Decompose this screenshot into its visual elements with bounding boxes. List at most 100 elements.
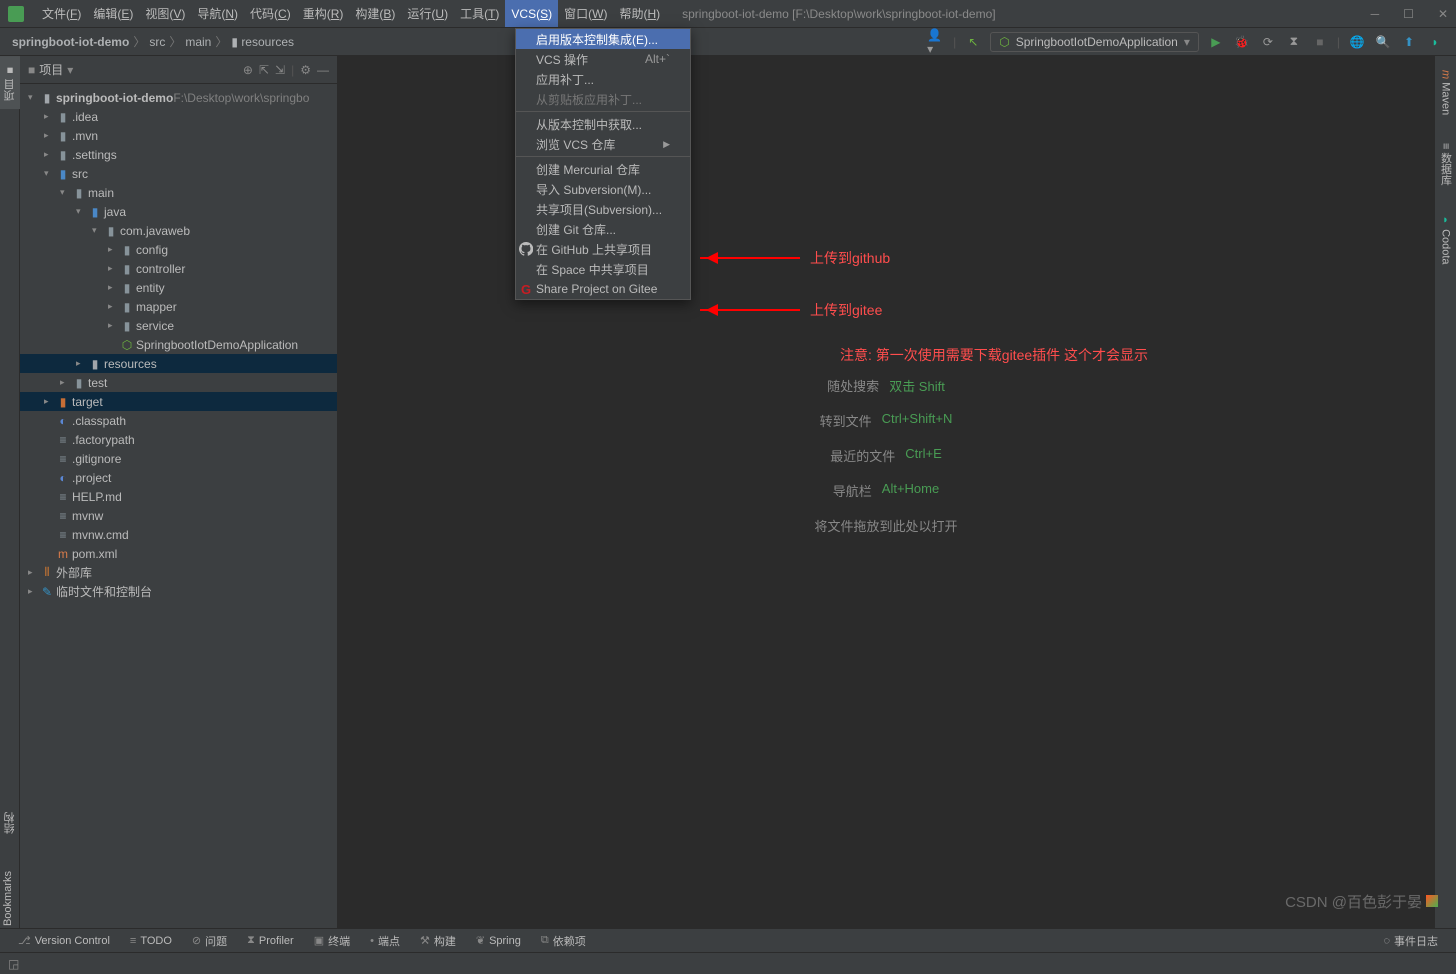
collapse-all-icon[interactable]: ⇲ — [275, 63, 285, 77]
hammer-icon[interactable]: ↖ — [964, 33, 982, 51]
tree-row[interactable]: ▾▮com.javaweb — [20, 221, 337, 240]
user-icon[interactable]: 👤▾ — [927, 33, 945, 51]
statusbar-item[interactable]: ❦Spring — [466, 934, 531, 947]
menu-item-11[interactable]: 帮助(H) — [613, 0, 666, 27]
menu-item-7[interactable]: 运行(U) — [401, 0, 454, 27]
tree-row[interactable]: ▾▮src — [20, 164, 337, 183]
debug-icon[interactable]: 🐞 — [1233, 33, 1251, 51]
menu-row[interactable]: GShare Project on Gitee — [516, 279, 690, 299]
statusbar-events[interactable]: ◌事件日志 — [1373, 933, 1448, 949]
menu-item-1[interactable]: 编辑(E) — [87, 0, 139, 27]
update-icon[interactable]: ⬆ — [1400, 33, 1418, 51]
tree-row[interactable]: ◐.classpath — [20, 411, 337, 430]
menu-row[interactable]: VCS 操作Alt+` — [516, 49, 690, 69]
tree-row[interactable]: ▸▮test — [20, 373, 337, 392]
run-icon[interactable]: ▶ — [1207, 33, 1225, 51]
expand-all-icon[interactable]: ⇱ — [259, 63, 269, 77]
menu-item-0[interactable]: 文件(F) — [36, 0, 87, 27]
tree-row[interactable]: ▸▮resources — [20, 354, 337, 373]
statusbar-item[interactable]: ⚒构建 — [410, 933, 466, 949]
menu-item-2[interactable]: 视图(V) — [139, 0, 191, 27]
tree-row[interactable]: ≡HELP.md — [20, 487, 337, 506]
tree-row[interactable]: ◐.project — [20, 468, 337, 487]
menu-item-4[interactable]: 代码(C) — [244, 0, 297, 27]
tree-row[interactable]: ⬡SpringbootIotDemoApplication — [20, 335, 337, 354]
statusbar-item[interactable]: ⧗Profiler — [237, 934, 304, 947]
translate-icon[interactable]: 🌐 — [1348, 33, 1366, 51]
tree-row[interactable]: ≡.factorypath — [20, 430, 337, 449]
project-tree[interactable]: ▾▮springboot-iot-demo F:\Desktop\work\sp… — [20, 84, 337, 605]
tree-row[interactable]: ▸✎临时文件和控制台 — [20, 582, 337, 601]
menu-item-9[interactable]: VCS(S) — [505, 0, 558, 27]
menu-row[interactable]: 创建 Mercurial 仓库 — [516, 159, 690, 179]
tree-row[interactable]: ▸▮.idea — [20, 107, 337, 126]
menu-row[interactable]: 导入 Subversion(M)... — [516, 179, 690, 199]
gear-icon[interactable]: ⚙ — [300, 63, 311, 77]
menu-row[interactable]: 从版本控制中获取... — [516, 114, 690, 134]
crumb[interactable]: ▮ resources — [231, 35, 294, 49]
tree-row[interactable]: mpom.xml — [20, 544, 337, 563]
tree-row[interactable]: ≡.gitignore — [20, 449, 337, 468]
menu-row[interactable]: 在 GitHub 上共享项目 — [516, 239, 690, 259]
maven-icon: m — [54, 547, 72, 561]
tree-row[interactable]: ▸▮entity — [20, 278, 337, 297]
tree-row[interactable]: ▾▮springboot-iot-demo F:\Desktop\work\sp… — [20, 88, 337, 107]
gutter-structure[interactable]: 结构 — [2, 812, 18, 834]
statusbar-item[interactable]: •端点 — [360, 933, 410, 949]
menu-row[interactable]: 浏览 VCS 仓库▶ — [516, 134, 690, 154]
gutter-codota[interactable]: ◗ Codota — [1438, 206, 1454, 273]
tree-row[interactable]: ≡mvnw — [20, 506, 337, 525]
menu-item-10[interactable]: 窗口(W) — [558, 0, 613, 27]
crumb[interactable]: springboot-iot-demo — [12, 35, 129, 49]
tree-row[interactable]: ▸▮mapper — [20, 297, 337, 316]
search-icon[interactable]: 🔍 — [1374, 33, 1392, 51]
navbar: springboot-iot-demo〉src〉main〉▮ resources… — [0, 28, 1456, 56]
tree-row[interactable]: ▸▮.settings — [20, 145, 337, 164]
menu-row[interactable]: 启用版本控制集成(E)... — [516, 29, 690, 49]
statusbar-item[interactable]: ⎇Version Control — [8, 934, 120, 947]
menu-row[interactable]: 共享项目(Subversion)... — [516, 199, 690, 219]
profile-icon[interactable]: ⧗ — [1285, 33, 1303, 51]
tree-label: 临时文件和控制台 — [56, 583, 152, 600]
statusbar-item[interactable]: ▣终端 — [304, 933, 360, 949]
gutter-project[interactable]: 项目 ■ — [0, 56, 20, 109]
tree-label: 外部库 — [56, 564, 92, 581]
menu-row[interactable]: 在 Space 中共享项目 — [516, 259, 690, 279]
tree-row[interactable]: ▸▮target — [20, 392, 337, 411]
tree-row[interactable]: ▸⫴外部库 — [20, 563, 337, 582]
stop-icon[interactable]: ■ — [1311, 33, 1329, 51]
tree-row[interactable]: ≡mvnw.cmd — [20, 525, 337, 544]
menu-item-5[interactable]: 重构(R) — [297, 0, 350, 27]
select-opened-icon[interactable]: ⊕ — [243, 63, 253, 77]
tree-row[interactable]: ▸▮controller — [20, 259, 337, 278]
tree-row[interactable]: ▸▮config — [20, 240, 337, 259]
tree-row[interactable]: ▸▮service — [20, 316, 337, 335]
menu-item-8[interactable]: 工具(T) — [454, 0, 505, 27]
crumb[interactable]: main — [185, 35, 211, 49]
tree-row[interactable]: ▾▮java — [20, 202, 337, 221]
menu-row[interactable]: 应用补丁... — [516, 69, 690, 89]
crumb[interactable]: src — [149, 35, 165, 49]
tree-label: config — [136, 243, 168, 257]
coverage-icon[interactable]: ⟳ — [1259, 33, 1277, 51]
gutter-maven[interactable]: m Maven — [1438, 62, 1454, 123]
maximize-button[interactable]: ☐ — [1403, 7, 1414, 21]
tree-row[interactable]: ▸▮.mvn — [20, 126, 337, 145]
run-configuration[interactable]: ⬡ SpringbootIotDemoApplication ▾ — [990, 32, 1199, 52]
menu-row[interactable]: 创建 Git 仓库... — [516, 219, 690, 239]
menu-item-3[interactable]: 导航(N) — [191, 0, 244, 27]
gutter-bookmarks[interactable]: Bookmarks — [2, 871, 14, 926]
statusbar-item[interactable]: ≡TODO — [120, 935, 182, 947]
tree-label: HELP.md — [72, 490, 122, 504]
statusbar-item[interactable]: ⧉依赖项 — [531, 933, 596, 949]
titlebar: 文件(F)编辑(E)视图(V)导航(N)代码(C)重构(R)构建(B)运行(U)… — [0, 0, 1456, 28]
gutter-database[interactable]: ≡ 数据库 — [1436, 135, 1456, 193]
menu-item-6[interactable]: 构建(B) — [349, 0, 401, 27]
close-button[interactable]: ✕ — [1438, 7, 1448, 21]
hide-icon[interactable]: — — [317, 63, 329, 77]
tree-row[interactable]: ▾▮main — [20, 183, 337, 202]
bottom-icon[interactable]: ◲ — [8, 957, 19, 971]
statusbar-item[interactable]: ⊘问题 — [182, 933, 237, 949]
codota-icon[interactable]: ◗ — [1426, 33, 1444, 51]
minimize-button[interactable]: ─ — [1371, 7, 1380, 21]
